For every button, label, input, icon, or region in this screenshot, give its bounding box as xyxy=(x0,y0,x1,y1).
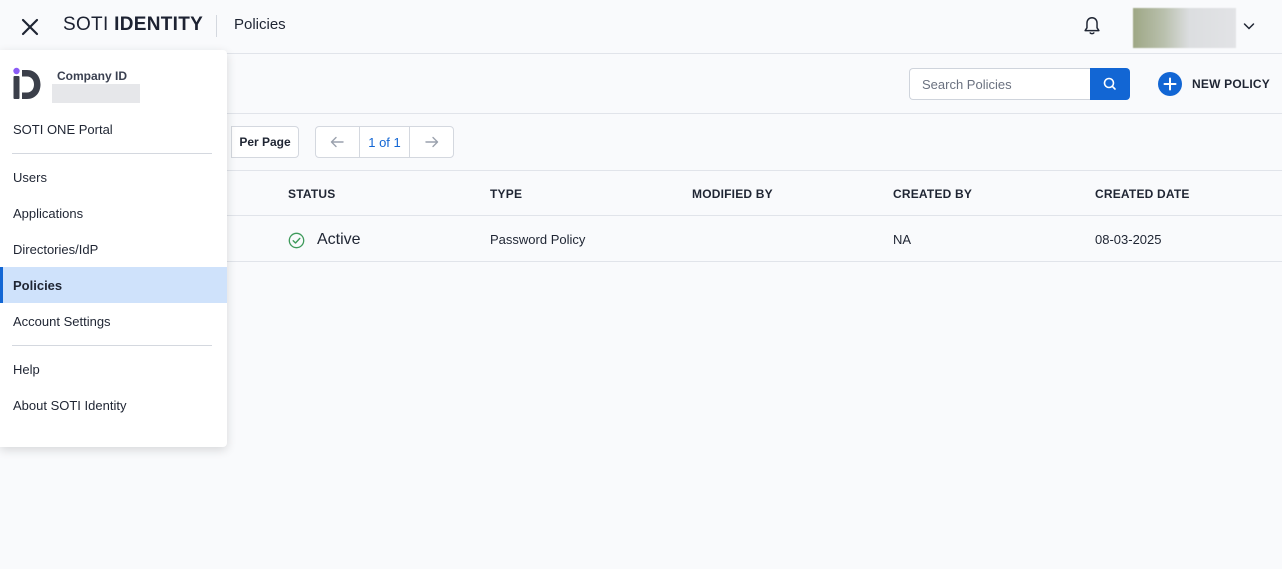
soti-id-logo-icon xyxy=(12,67,42,101)
menu-item-label: Help xyxy=(13,361,40,377)
column-header-created-date[interactable]: CREATED DATE xyxy=(1095,187,1190,201)
status-text: Active xyxy=(317,231,361,248)
brand-bold: IDENTITY xyxy=(114,14,204,35)
new-policy-label: NEW POLICY xyxy=(1192,77,1271,91)
search-button[interactable] xyxy=(1090,68,1130,100)
page-title: Policies xyxy=(234,16,286,33)
page-indicator: 1 of 1 xyxy=(358,127,411,157)
chevron-down-icon[interactable] xyxy=(1242,19,1256,33)
arrow-right-icon xyxy=(424,136,438,148)
per-page-select[interactable]: Per Page xyxy=(231,126,299,158)
navigation-menu: Company ID SOTI ONE Portal Users Applica… xyxy=(0,50,227,447)
menu-item-about[interactable]: About SOTI Identity xyxy=(0,387,227,423)
new-policy-button[interactable]: NEW POLICY xyxy=(1158,71,1270,97)
created-date-cell: 08-03-2025 xyxy=(1095,232,1162,247)
company-id-value xyxy=(52,84,140,103)
menu-item-label: Applications xyxy=(13,205,84,221)
menu-item-directories-idp[interactable]: Directories/IdP xyxy=(0,231,227,267)
menu-divider xyxy=(12,345,212,346)
column-header-status[interactable]: STATUS xyxy=(288,187,335,201)
header-divider xyxy=(216,15,217,37)
next-page-button[interactable] xyxy=(410,127,453,157)
menu-item-applications[interactable]: Applications xyxy=(0,195,227,231)
menu-item-account-settings[interactable]: Account Settings xyxy=(0,303,227,339)
search-icon xyxy=(1103,77,1116,90)
pager: 1 of 1 xyxy=(315,126,454,158)
prev-page-button[interactable] xyxy=(316,127,359,157)
column-header-type[interactable]: TYPE xyxy=(490,187,522,201)
menu-item-label: SOTI ONE Portal xyxy=(13,121,113,137)
check-circle-icon xyxy=(288,232,305,248)
menu-item-help[interactable]: Help xyxy=(0,351,227,387)
created-by-cell: NA xyxy=(893,232,912,247)
search-input[interactable] xyxy=(909,68,1091,100)
menu-item-label: Users xyxy=(13,169,47,185)
plus-icon xyxy=(1158,72,1182,96)
status-cell: Active xyxy=(288,231,361,249)
column-header-created-by[interactable]: CREATED BY xyxy=(893,187,972,201)
top-header: SOTI IDENTITY Policies xyxy=(0,0,1282,54)
bell-icon[interactable] xyxy=(1081,15,1103,37)
menu-item-soti-one-portal[interactable]: SOTI ONE Portal xyxy=(0,111,227,147)
menu-item-policies[interactable]: Policies xyxy=(0,267,227,303)
arrow-left-icon xyxy=(331,136,345,148)
company-id-label: Company ID xyxy=(57,69,128,83)
menu-item-label: Account Settings xyxy=(13,313,111,329)
menu-item-label: About SOTI Identity xyxy=(13,397,127,413)
menu-item-users[interactable]: Users xyxy=(0,159,227,195)
menu-item-label: Policies xyxy=(13,277,63,293)
menu-divider xyxy=(12,153,212,154)
close-icon[interactable] xyxy=(18,15,42,39)
avatar[interactable] xyxy=(1133,8,1236,48)
column-header-modified-by[interactable]: MODIFIED BY xyxy=(692,187,773,201)
menu-item-label: Directories/IdP xyxy=(13,241,99,257)
brand-light: SOTI xyxy=(63,14,115,35)
brand-logo-text: SOTI IDENTITY xyxy=(63,14,203,36)
type-cell: Password Policy xyxy=(490,232,586,247)
